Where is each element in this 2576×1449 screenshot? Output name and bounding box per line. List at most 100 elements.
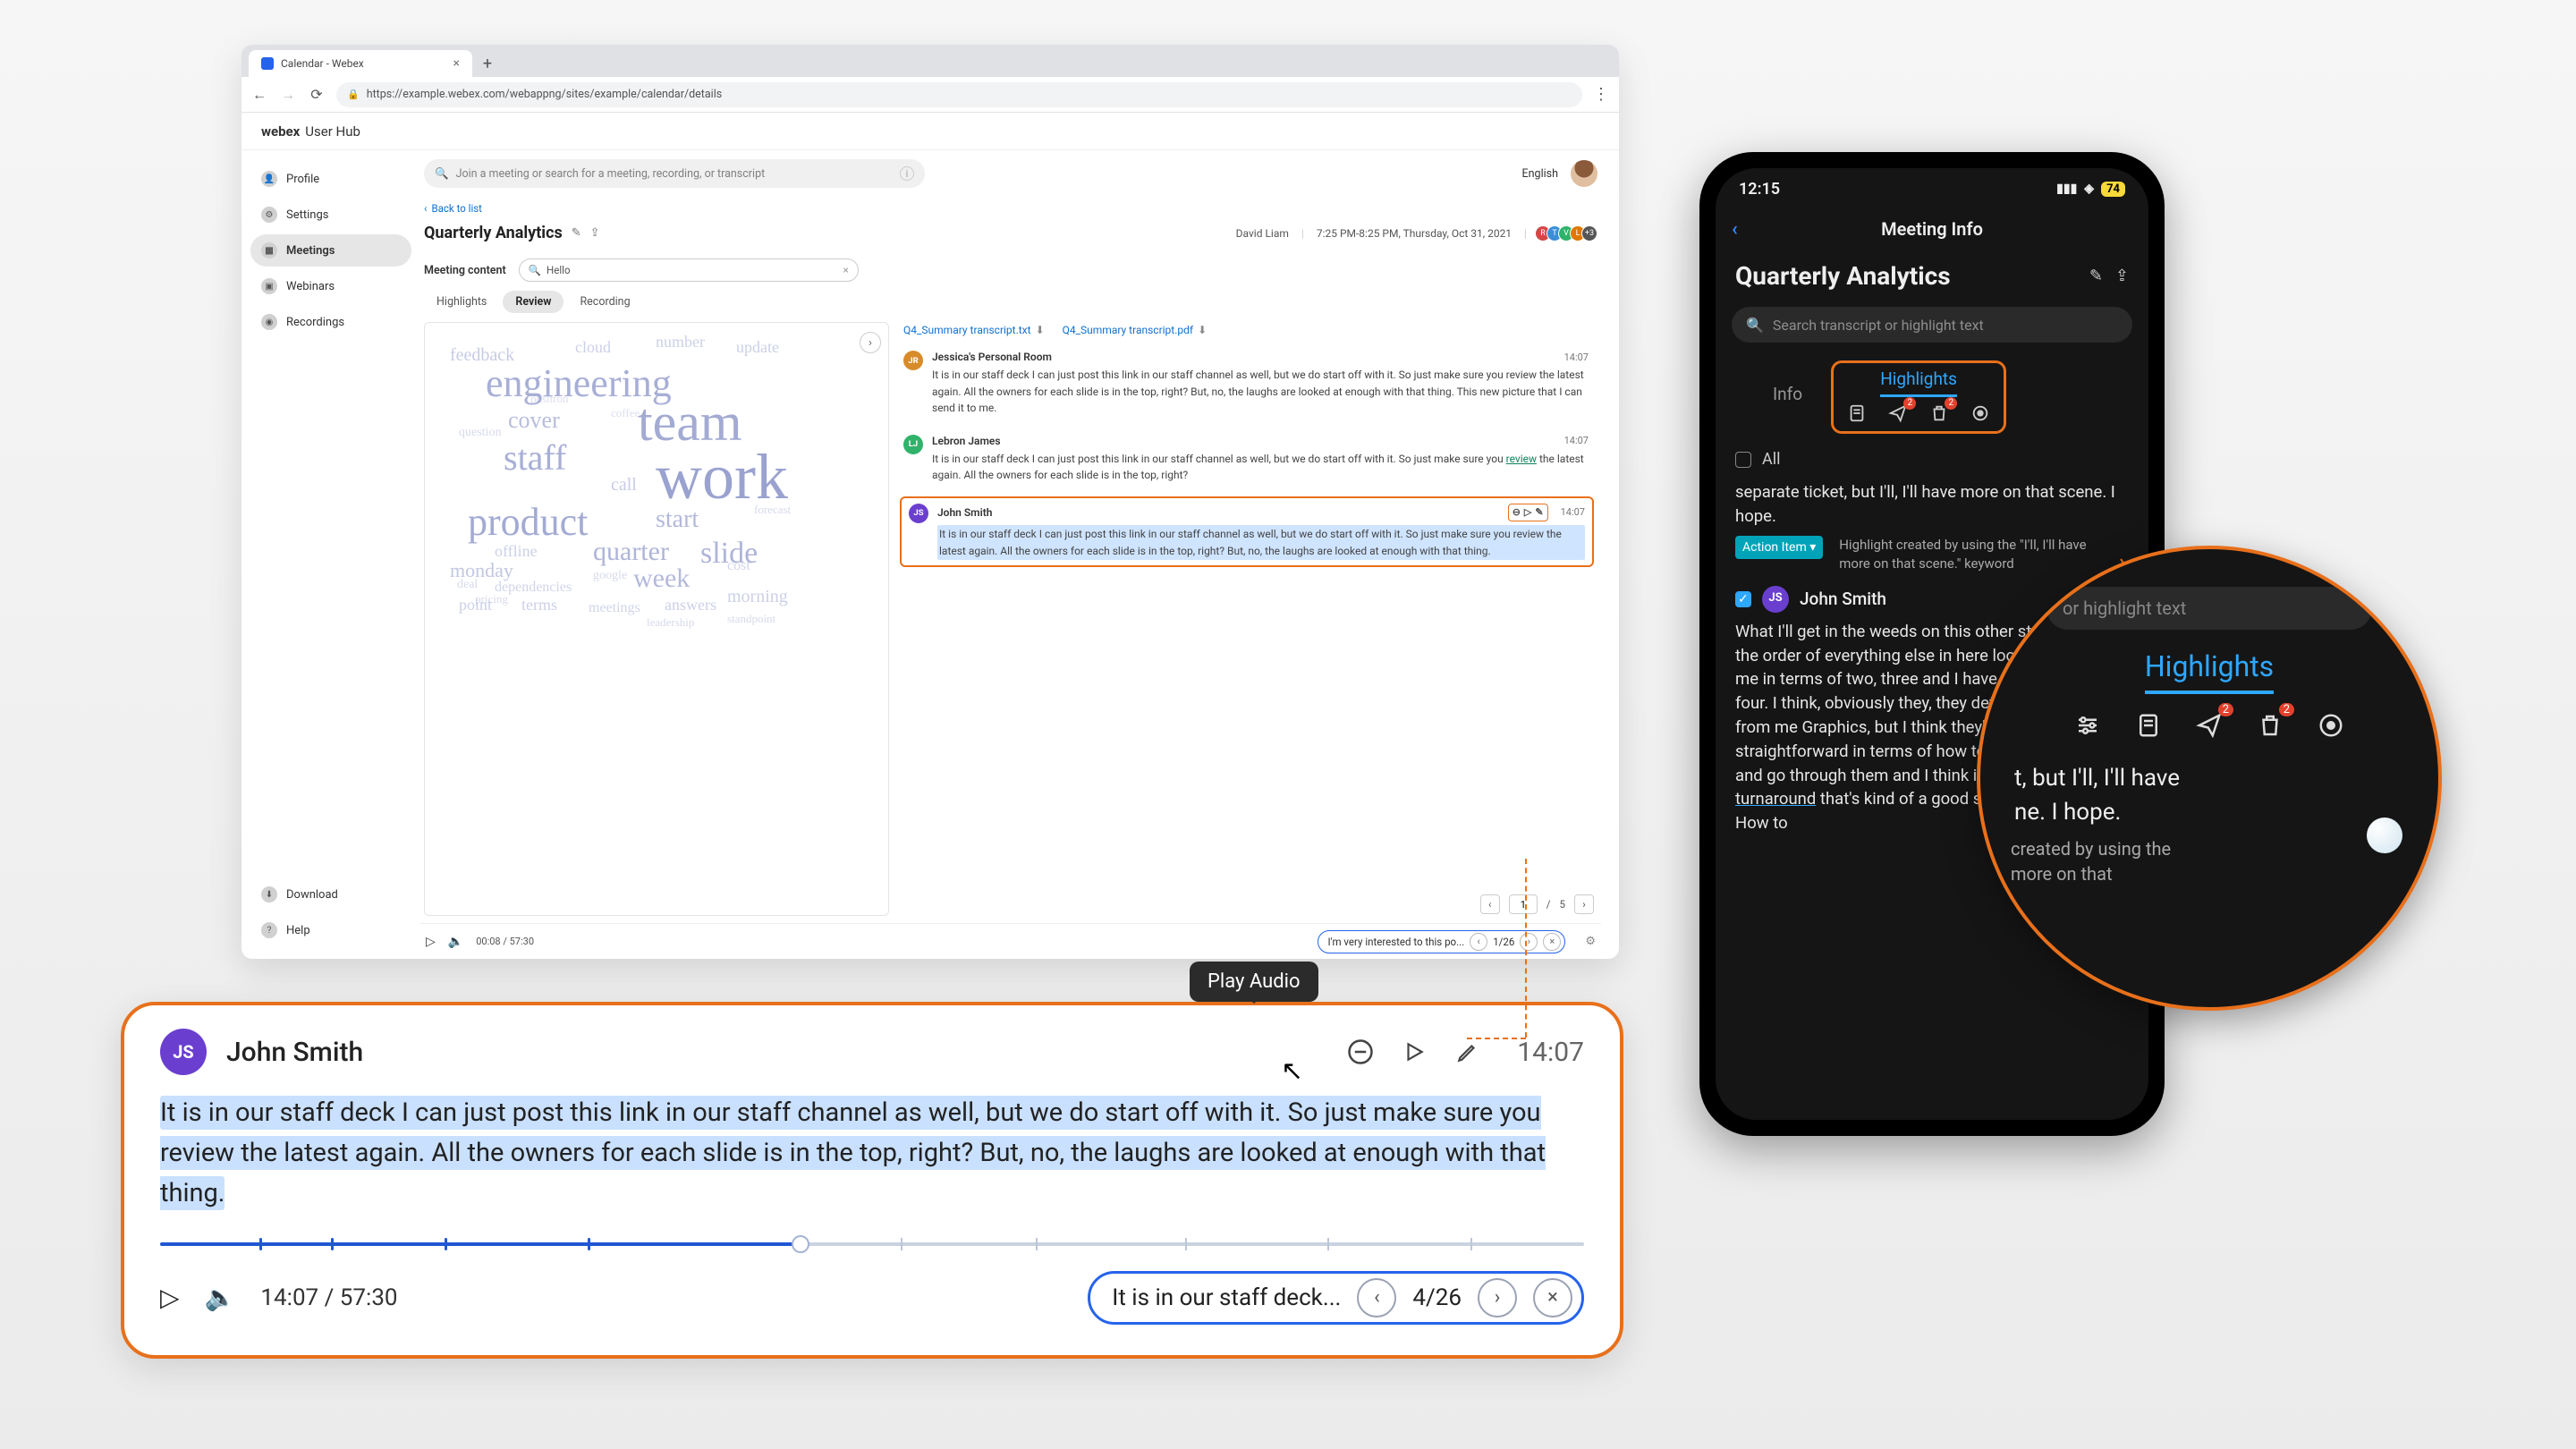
back-link[interactable]: ‹ Back to list bbox=[420, 199, 1601, 224]
sidebar-item-settings[interactable]: ⚙Settings bbox=[250, 199, 411, 231]
send-icon[interactable]: 2 bbox=[2194, 710, 2224, 741]
wordcloud-word[interactable]: coffee bbox=[611, 407, 640, 419]
wordcloud-word[interactable]: offline bbox=[495, 543, 538, 559]
nav-reload-icon[interactable]: ⟳ bbox=[308, 86, 326, 103]
minus-icon[interactable]: ⊖ bbox=[1513, 506, 1521, 518]
clear-icon[interactable]: × bbox=[843, 264, 849, 276]
notes-icon[interactable] bbox=[1846, 402, 1868, 424]
edit-icon[interactable]: ✎ bbox=[572, 226, 581, 240]
wordcloud-word[interactable]: call bbox=[611, 476, 637, 494]
slider-thumb[interactable] bbox=[792, 1235, 809, 1253]
info-icon[interactable]: i bbox=[900, 166, 914, 181]
content-search[interactable]: 🔍 Hello × bbox=[519, 258, 859, 282]
pager-next[interactable]: › bbox=[1574, 894, 1594, 914]
wordcloud-word[interactable]: positron bbox=[530, 393, 569, 404]
wordcloud-word[interactable]: staff bbox=[504, 440, 566, 476]
sidebar-item-meetings[interactable]: ▦Meetings bbox=[250, 234, 411, 267]
wordcloud-word[interactable]: terms bbox=[521, 597, 557, 613]
wordcloud-word[interactable]: update bbox=[736, 339, 779, 355]
wordcloud[interactable]: workteamengineeringproductstaffslidequar… bbox=[432, 328, 881, 908]
wordcloud-word[interactable]: forecast bbox=[754, 504, 791, 515]
participants[interactable]: RTVL+3 bbox=[1539, 225, 1597, 242]
download-pdf[interactable]: Q4_Summary transcript.pdf ⬇ bbox=[1063, 324, 1208, 336]
share-icon[interactable]: ⇪ bbox=[590, 226, 600, 240]
wordcloud-word[interactable]: standpoint bbox=[727, 613, 775, 624]
checkbox-all[interactable] bbox=[1735, 452, 1751, 468]
phone-search[interactable]: 🔍 Search transcript or highlight text bbox=[1732, 307, 2132, 343]
back-icon[interactable]: ‹ bbox=[1732, 218, 1738, 241]
wordcloud-word[interactable]: quarter bbox=[593, 538, 669, 565]
wordcloud-word[interactable]: cloud bbox=[575, 339, 611, 355]
pill-prev[interactable]: ‹ bbox=[1470, 933, 1487, 951]
pill-next[interactable]: › bbox=[1478, 1278, 1517, 1318]
transcript-scroll[interactable]: JRJessica's Personal Room14:07It is in o… bbox=[900, 345, 1597, 889]
edit-icon[interactable] bbox=[1453, 1037, 1483, 1067]
play-icon[interactable]: ▷ bbox=[426, 935, 436, 949]
new-tab-button[interactable]: + bbox=[476, 52, 499, 75]
wordcloud-word[interactable]: cost bbox=[727, 559, 750, 573]
play-icon[interactable]: ▷ bbox=[1524, 506, 1531, 518]
edit-icon[interactable]: ✎ bbox=[1535, 506, 1543, 518]
lens-search[interactable]: or highlight text bbox=[2046, 587, 2372, 630]
play-audio-icon[interactable] bbox=[1399, 1037, 1429, 1067]
pill-prev[interactable]: ‹ bbox=[1357, 1278, 1396, 1318]
volume-icon[interactable]: 🔈 bbox=[448, 935, 463, 949]
record-icon[interactable] bbox=[2316, 710, 2346, 741]
tab-recording[interactable]: Recording bbox=[567, 291, 642, 313]
edit-icon[interactable]: ✎ bbox=[2089, 267, 2103, 285]
nav-back-icon[interactable]: ← bbox=[250, 86, 268, 104]
download-txt[interactable]: Q4_Summary transcript.txt ⬇ bbox=[903, 324, 1045, 336]
wordcloud-word[interactable]: question bbox=[459, 427, 501, 439]
action-item-chip[interactable]: Action Item ▾ bbox=[1735, 536, 1823, 559]
tab-highlights[interactable]: Highlights bbox=[1880, 369, 1957, 397]
wordcloud-word[interactable]: start bbox=[656, 507, 699, 532]
wordcloud-word[interactable]: product bbox=[468, 503, 588, 542]
minus-circle-icon[interactable] bbox=[1345, 1037, 1376, 1067]
sidebar-item-recordings[interactable]: ◉Recordings bbox=[250, 306, 411, 338]
tab-info[interactable]: Info bbox=[1767, 378, 1808, 417]
wordcloud-word[interactable]: deal bbox=[457, 579, 478, 591]
wordcloud-word[interactable]: leadership bbox=[647, 616, 694, 628]
wordcloud-word[interactable]: work bbox=[656, 445, 788, 509]
share-icon[interactable]: ⇪ bbox=[2115, 267, 2129, 285]
send-icon[interactable]: 2 bbox=[1887, 402, 1909, 424]
pager-page-input[interactable] bbox=[1509, 894, 1538, 914]
transcript-entry[interactable]: LJLebron James14:07It is in our staff de… bbox=[900, 429, 1594, 496]
browser-menu-icon[interactable]: ⋮ bbox=[1593, 85, 1610, 104]
pill-close[interactable]: × bbox=[1543, 933, 1561, 951]
record-icon[interactable] bbox=[1970, 402, 1991, 424]
close-tab-icon[interactable]: × bbox=[453, 56, 460, 71]
wordcloud-word[interactable]: morning bbox=[727, 588, 788, 606]
language-selector[interactable]: English bbox=[1522, 167, 1558, 181]
nav-forward-icon[interactable]: → bbox=[279, 86, 297, 104]
pill-close[interactable]: × bbox=[1533, 1278, 1572, 1318]
wordcloud-word[interactable]: meetings bbox=[589, 601, 640, 615]
sidebar-item-webinars[interactable]: ▣Webinars bbox=[250, 270, 411, 302]
filter-icon[interactable] bbox=[2072, 710, 2103, 741]
progress-slider[interactable] bbox=[160, 1233, 1584, 1255]
volume-icon[interactable]: 🔈 bbox=[205, 1283, 236, 1312]
notes-icon[interactable] bbox=[2133, 710, 2164, 741]
sidebar-item-help[interactable]: ?Help bbox=[250, 914, 411, 946]
wordcloud-word[interactable]: cover bbox=[508, 409, 560, 432]
global-search[interactable]: 🔍 Join a meeting or search for a meeting… bbox=[424, 159, 925, 188]
wordcloud-word[interactable]: google bbox=[593, 570, 627, 582]
pill-next[interactable]: › bbox=[1520, 933, 1538, 951]
pager-prev[interactable]: ‹ bbox=[1480, 894, 1500, 914]
wordcloud-word[interactable]: feedback bbox=[450, 346, 514, 364]
tab-review[interactable]: Review bbox=[503, 291, 564, 313]
sidebar-item-download[interactable]: ⬇Download bbox=[250, 878, 411, 911]
user-avatar[interactable] bbox=[1571, 160, 1597, 187]
wordcloud-word[interactable]: engineering bbox=[486, 364, 672, 403]
wordcloud-word[interactable]: answers bbox=[665, 597, 716, 613]
transcript-entry[interactable]: JSJohn Smith⊖▷✎14:07It is in our staff d… bbox=[900, 496, 1594, 567]
trash-icon[interactable]: 2 bbox=[2255, 710, 2285, 741]
wordcloud-word[interactable]: week bbox=[633, 565, 690, 592]
play-icon[interactable]: ▷ bbox=[160, 1283, 180, 1312]
transcript-entry[interactable]: JRJessica's Personal Room14:07It is in o… bbox=[900, 345, 1594, 429]
address-input[interactable]: 🔒 https://example.webex.com/webappng/sit… bbox=[336, 82, 1582, 107]
sidebar-item-profile[interactable]: 👤Profile bbox=[250, 163, 411, 195]
browser-tab[interactable]: Calendar - Webex × bbox=[249, 50, 472, 77]
checkbox-speaker[interactable] bbox=[1735, 591, 1751, 607]
tab-highlights[interactable]: Highlights bbox=[424, 291, 499, 313]
